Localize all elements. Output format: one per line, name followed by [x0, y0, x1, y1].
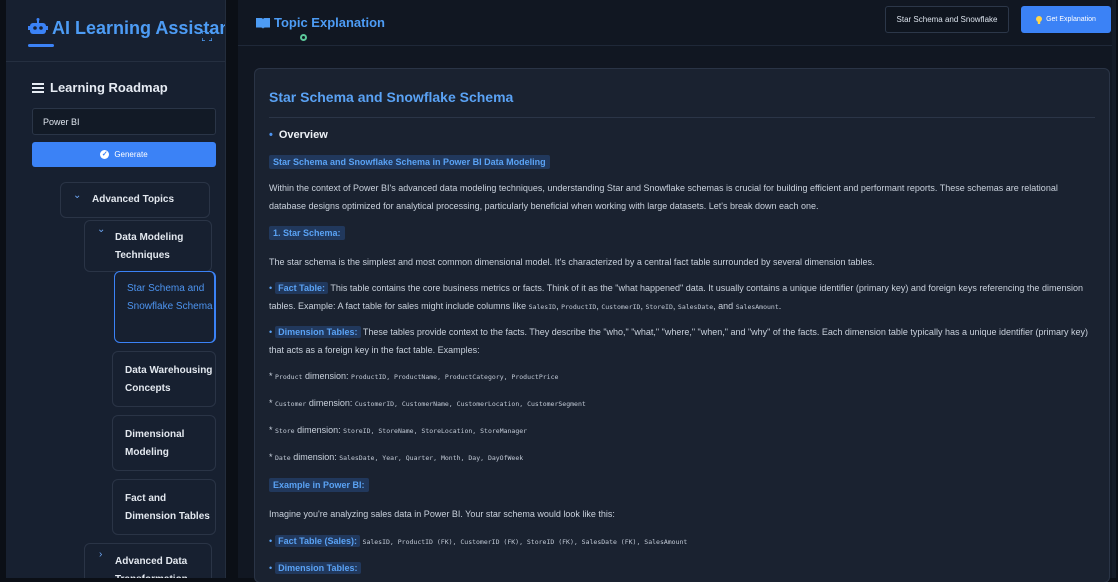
- code-col: ProductID: [561, 303, 597, 311]
- fact-table-tag: Fact Table:: [275, 282, 328, 294]
- tree-item-label: Dimensional Modeling: [125, 429, 185, 458]
- tree-item-fact-dimension[interactable]: Fact and Dimension Tables: [112, 479, 216, 535]
- dimension-name: Store: [275, 427, 295, 435]
- bullet-icon: •: [269, 327, 273, 337]
- example-text: Imagine you're analyzing sales data in P…: [269, 509, 615, 519]
- bullet-icon: •: [269, 536, 273, 546]
- robot-icon: [28, 18, 48, 34]
- chevron-down-icon: ⌄: [97, 224, 106, 235]
- dimension-name: Product: [275, 373, 303, 381]
- example-heading: Example in Power BI:: [269, 478, 369, 492]
- card-title: Star Schema and Snowflake Schema: [269, 89, 514, 105]
- tree-item-dimensional-modeling[interactable]: Dimensional Modeling: [112, 415, 216, 471]
- topic-chip[interactable]: Star Schema and Snowflake: [885, 6, 1009, 33]
- tree-item-star-schema[interactable]: Star Schema and Snowflake Schema: [114, 271, 216, 343]
- chevron-down-icon: ⌄: [73, 190, 82, 201]
- generate-button[interactable]: ✓ Generate: [32, 142, 216, 167]
- dimension-line: * Date dimension: SalesDate, Year, Quart…: [269, 452, 524, 462]
- tree-item-data-warehousing[interactable]: Data Warehousing Concepts: [112, 351, 216, 407]
- tree-item-data-modeling[interactable]: ⌄ Data Modeling Techniques: [84, 220, 212, 272]
- dimension-tables-paragraph: • Dimension Tables: These tables provide …: [269, 323, 1097, 359]
- roadmap-title: Learning Roadmap: [50, 80, 168, 95]
- code-col: CustomerID: [601, 303, 641, 311]
- fact-sales-tag: Fact Table (Sales):: [275, 535, 361, 547]
- divider: [269, 117, 1095, 118]
- scrollbar[interactable]: [1112, 0, 1116, 578]
- tree-item-advanced-data-transformation[interactable]: › Advanced Data Transformation: [84, 543, 212, 578]
- overview-label: Overview: [278, 129, 328, 141]
- code-col: SalesAmount: [735, 303, 779, 311]
- dimension-line: * Product dimension: ProductID, ProductN…: [269, 371, 559, 381]
- tree-item-label: Advanced Data Transformation: [115, 556, 188, 578]
- dimension-word: dimension:: [297, 425, 341, 435]
- bullet-icon: •: [269, 283, 273, 293]
- dimension-word: dimension:: [308, 398, 353, 408]
- tree-item-label: Data Warehousing Concepts: [125, 365, 213, 394]
- main-header: Topic Explanation Star Schema and Snowfl…: [238, 0, 1116, 46]
- generate-label: Generate: [114, 150, 148, 159]
- dimension-name: Date: [275, 454, 291, 462]
- title-underline: [28, 44, 54, 47]
- dimension-word: dimension:: [293, 452, 337, 462]
- dimension-tables-line: • Dimension Tables:: [269, 559, 1097, 577]
- get-explanation-label: Get Explanation: [1046, 16, 1096, 23]
- status-indicator: [300, 34, 307, 41]
- dimension-line: * Customer dimension: CustomerID, Custom…: [269, 398, 586, 408]
- bullet-icon: •: [269, 129, 273, 141]
- dimension-tables-tag: Dimension Tables:: [275, 326, 361, 338]
- fact-sales-line: • Fact Table (Sales): SalesID, ProductID …: [269, 532, 1097, 551]
- fact-sales-cols: SalesID, ProductID (FK), CustomerID (FK)…: [362, 538, 688, 546]
- get-explanation-button[interactable]: Get Explanation: [1021, 6, 1111, 33]
- dimension-tables-text: These tables provide context to the fact…: [269, 327, 1089, 355]
- book-icon: [256, 18, 270, 29]
- dimension-cols: ProductID, ProductName, ProductCategory,…: [350, 373, 559, 381]
- dimension-cols: StoreID, StoreName, StoreLocation, Store…: [343, 427, 528, 435]
- dimension-name: Customer: [275, 400, 307, 408]
- intro-paragraph: Within the context of Power BI's advance…: [269, 183, 1058, 211]
- section-heading-star: 1. Star Schema:: [269, 226, 345, 240]
- tree-item-label: Star Schema and Snowflake Schema: [127, 283, 213, 312]
- bullet-icon: •: [269, 563, 273, 573]
- tree-item-label: Data Modeling Techniques: [115, 232, 184, 261]
- topic-input[interactable]: [32, 108, 216, 135]
- fact-table-paragraph: • Fact Table: This table contains the cor…: [269, 282, 1083, 311]
- tree-item-advanced-topics[interactable]: ⌄ Advanced Topics: [60, 182, 210, 218]
- roadmap-icon: [32, 82, 44, 93]
- sidebar: AI Learning Assistant Learning Roadmap ✓…: [6, 0, 226, 578]
- dimension-cols: CustomerID, CustomerName, CustomerLocati…: [354, 400, 586, 408]
- tree-item-label: Fact and Dimension Tables: [125, 493, 210, 522]
- expand-icon[interactable]: [202, 31, 212, 41]
- brand-header: AI Learning Assistant: [6, 0, 225, 62]
- fact-and: and: [718, 301, 734, 311]
- dimension-word: dimension:: [304, 371, 349, 381]
- main-panel: Topic Explanation Star Schema and Snowfl…: [238, 0, 1116, 582]
- chevron-right-icon: ›: [99, 549, 103, 560]
- code-col: SalesDate: [677, 303, 714, 311]
- explanation-card: Star Schema and Snowflake Schema • Overvi…: [254, 68, 1110, 582]
- dimension-line: * Store dimension: StoreID, StoreName, S…: [269, 425, 528, 435]
- check-circle-icon: ✓: [100, 150, 110, 159]
- subheading: Star Schema and Snowflake Schema in Powe…: [269, 155, 550, 169]
- code-col: StoreID: [645, 303, 673, 311]
- code-col: SalesID: [528, 303, 557, 311]
- overview-heading: • Overview: [269, 129, 328, 141]
- lightbulb-icon: [1036, 15, 1043, 24]
- fact-table-text: This table contains the core business me…: [269, 283, 1083, 311]
- dimension-cols: SalesDate, Year, Quarter, Month, Day, Da…: [339, 454, 524, 462]
- dim-tables-tag: Dimension Tables:: [275, 562, 361, 574]
- page-title: Topic Explanation: [274, 15, 385, 30]
- tree-item-label: Advanced Topics: [92, 194, 175, 205]
- star-description: The star schema is the simplest and most…: [269, 257, 875, 267]
- roadmap-header: Learning Roadmap: [32, 80, 168, 95]
- app-title: AI Learning Assistant: [52, 18, 226, 38]
